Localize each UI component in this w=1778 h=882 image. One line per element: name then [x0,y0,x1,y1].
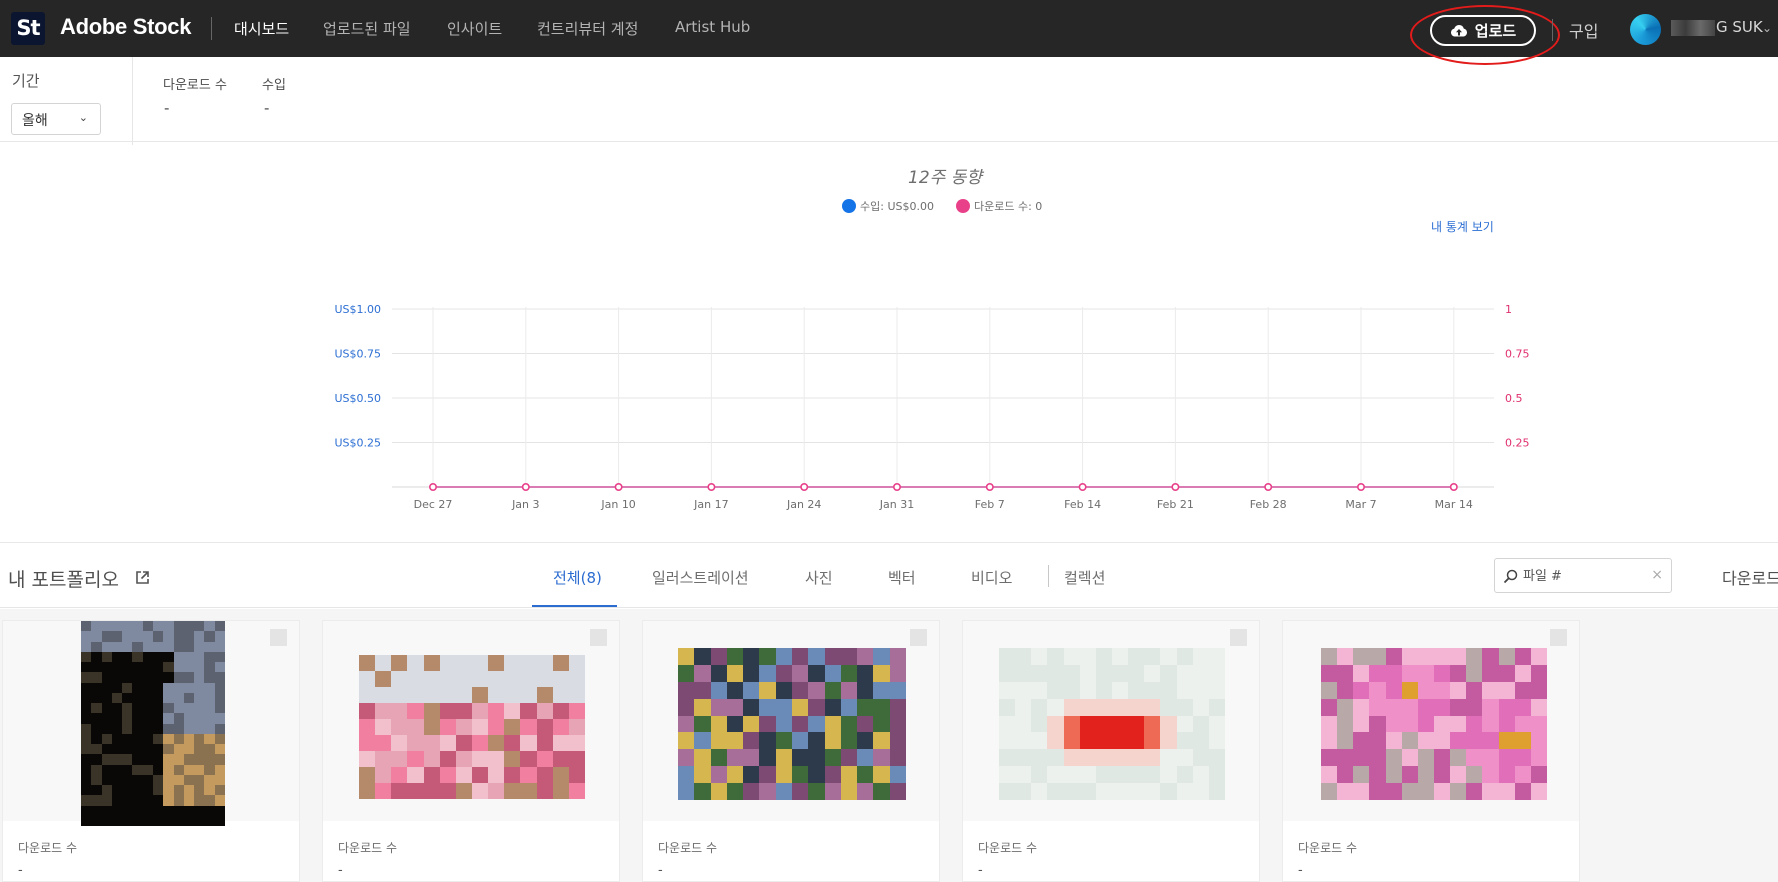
y-left-tick-label: US$0.75 [334,348,381,361]
select-checkbox[interactable] [1550,629,1567,646]
x-tick-label: Jan 10 [600,498,635,511]
y-right-tick-label: 1 [1505,303,1512,316]
data-point-downloads [800,482,809,491]
y-right-tick-label: 0.5 [1505,392,1523,405]
y-right-tick-label: 0.75 [1505,348,1530,361]
card-downloads-value: - [338,863,343,878]
x-tick-label: Jan 24 [786,498,821,511]
tab-photo[interactable]: 사진 [805,567,833,588]
portfolio-card[interactable]: 다운로드 수 - [322,620,620,882]
x-tick-label: Mar 7 [1345,498,1376,511]
portfolio-card[interactable]: 다운로드 수 - [962,620,1260,882]
data-point-downloads [1078,482,1087,491]
active-tab-underline [532,605,617,607]
data-point-downloads [1357,482,1366,491]
select-checkbox[interactable] [910,629,927,646]
tab-video[interactable]: 비디오 [971,567,1012,588]
select-checkbox[interactable] [270,629,287,646]
y-left-tick-label: US$1.00 [334,303,381,316]
portfolio-card[interactable]: 다운로드 수 - [1282,620,1580,882]
image-thumbnail[interactable] [1321,648,1547,800]
data-point-downloads [707,482,716,491]
file-search[interactable]: × [1494,558,1672,593]
data-point-downloads [892,482,901,491]
file-search-input[interactable] [1523,565,1643,587]
x-tick-label: Feb 14 [1064,498,1101,511]
image-thumbnail[interactable] [359,655,585,799]
external-link-icon[interactable] [135,570,150,585]
tab-divider [1048,565,1049,587]
data-point-downloads [1449,482,1458,491]
x-tick-label: Jan 31 [879,498,914,511]
data-point-downloads [985,482,994,491]
tab-collection[interactable]: 컬렉션 [1064,567,1105,588]
card-downloads-label: 다운로드 수 [658,841,718,855]
x-tick-label: Feb 21 [1157,498,1194,511]
tab-all[interactable]: 전체(8) [553,567,602,588]
x-tick-label: Mar 14 [1435,498,1473,511]
select-checkbox[interactable] [1230,629,1247,646]
card-downloads-label: 다운로드 수 [338,841,398,855]
sort-downloads[interactable]: 다운로드 [1722,565,1778,589]
clear-icon[interactable]: × [1651,567,1663,583]
card-downloads-label: 다운로드 수 [1298,841,1358,855]
tab-illustration[interactable]: 일러스트레이션 [652,567,749,588]
card-downloads-label: 다운로드 수 [18,841,78,855]
card-downloads-value: - [978,863,983,878]
portfolio-card[interactable]: 다운로드 수 - [642,620,940,882]
search-icon [1503,569,1518,584]
tab-vector[interactable]: 벡터 [888,567,916,588]
data-point-downloads [521,482,530,491]
image-thumbnail[interactable] [999,648,1225,800]
data-point-downloads [1264,482,1273,491]
portfolio-bar: 내 포트폴리오 전체(8) 일러스트레이션 사진 벡터 비디오 컬렉션 × 다운… [0,542,1778,608]
y-right-tick-label: 0.25 [1505,437,1530,450]
x-tick-label: Feb 28 [1250,498,1287,511]
data-point-downloads [1171,482,1180,491]
trend-chart: US$1.00 1 US$0.75 0.75 US$0.50 0.5 US$0.25 0.25… [334,303,1530,511]
data-point-downloads [428,482,437,491]
x-tick-label: Jan 3 [511,498,539,511]
y-left-tick-label: US$0.25 [334,437,381,450]
portfolio-card[interactable]: 다운로드 수 - [2,620,300,882]
data-point-downloads [614,482,623,491]
card-downloads-value: - [658,863,663,878]
portfolio-title: 내 포트폴리오 [8,569,119,591]
x-tick-label: Feb 7 [975,498,1005,511]
card-downloads-label: 다운로드 수 [978,841,1038,855]
select-checkbox[interactable] [590,629,607,646]
card-downloads-value: - [1298,863,1303,878]
card-downloads-value: - [18,863,23,878]
image-thumbnail[interactable] [81,621,225,826]
x-tick-label: Jan 17 [693,498,728,511]
x-tick-label: Dec 27 [414,498,453,511]
image-thumbnail[interactable] [678,648,906,800]
y-left-tick-label: US$0.50 [334,392,381,405]
